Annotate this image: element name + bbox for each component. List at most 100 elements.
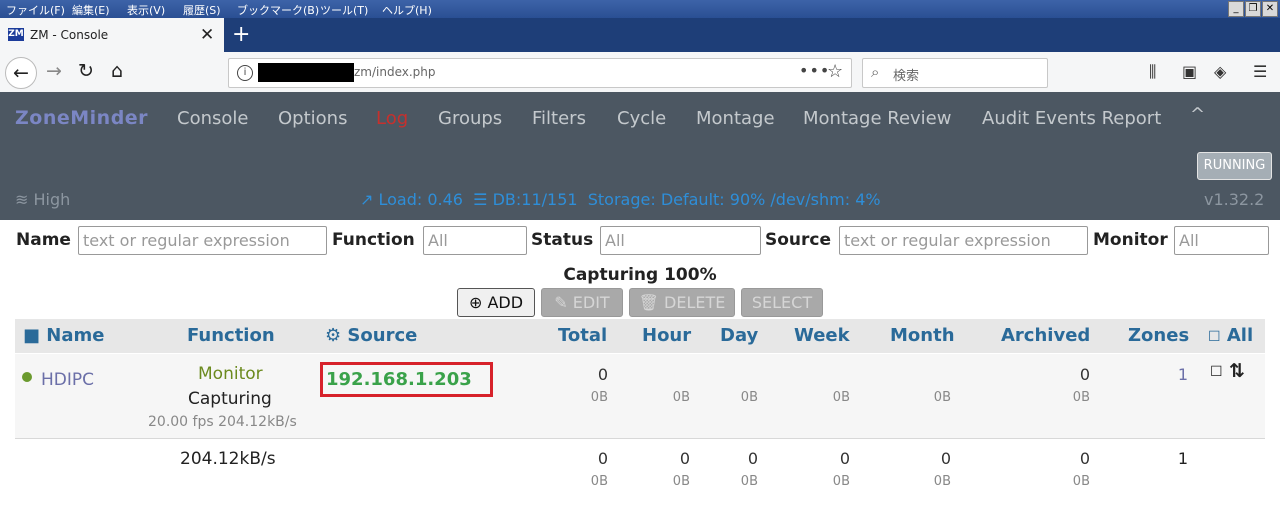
th-day[interactable]: Day [720,325,758,346]
tab-title: ZM - Console [30,28,109,42]
monitor-month-size: 0B [933,390,951,405]
nav-montage-review[interactable]: Montage Review [803,108,951,129]
tab-close-icon[interactable]: ✕ [200,25,214,45]
th-function[interactable]: Function [187,325,275,346]
edit-label: EDIT [572,293,610,312]
th-hour[interactable]: Hour [642,325,691,346]
nav-log[interactable]: Log [376,108,408,129]
menu-file[interactable]: ファイル(F) [6,2,65,18]
address-bar[interactable]: i zm/index.php ••• ☆ [228,58,852,88]
totals-total-size: 0B [590,474,608,489]
site-info-icon[interactable]: i [237,65,253,81]
add-button[interactable]: ⊕ ADD [457,288,535,317]
monitor-name-link[interactable]: HDIPC [41,370,94,390]
select-all-checkbox[interactable]: ☐ [1208,329,1221,345]
url-text: zm/index.php [354,65,436,79]
menu-tools[interactable]: ツール(T) [320,2,368,18]
sort-order-icon[interactable]: ⇅ [1229,360,1245,382]
database-icon: ☰ [473,190,488,209]
th-select-all[interactable]: ☐ All [1208,325,1253,346]
monitor-total[interactable]: 0 [560,365,608,384]
totals-week-size: 0B [832,474,850,489]
select-button[interactable]: SELECT [741,288,823,317]
totals-month-size: 0B [933,474,951,489]
total-bandwidth: 204.12kB/s [180,449,276,469]
forward-icon[interactable]: → [41,60,67,82]
filter-monitor-input[interactable] [1174,226,1269,255]
filter-status-label: Status [531,230,594,250]
nav-console[interactable]: Console [177,108,248,129]
zm-brand[interactable]: ZoneMinder [15,107,148,129]
totals-day[interactable]: 0 [710,449,758,468]
system-stats: ↗ Load: 0.46 ☰ DB:11/151 Storage: Defaul… [360,190,881,209]
th-source[interactable]: ⚙ Source [325,325,417,346]
nav-audit-events-report[interactable]: Audit Events Report [982,108,1161,129]
shield-icon[interactable]: ◈ [1214,62,1226,81]
page-actions-icon[interactable]: ••• [799,61,830,80]
library-icon[interactable]: ⫼ [1149,62,1156,82]
filter-function-input[interactable] [423,226,527,255]
totals-hour-size: 0B [672,474,690,489]
filter-source-input[interactable] [839,226,1088,255]
back-icon[interactable]: ← [5,57,37,89]
nav-options[interactable]: Options [278,108,347,129]
reload-icon[interactable]: ↻ [73,60,99,82]
nav-montage[interactable]: Montage [696,108,775,129]
monitor-table-header: ■ Name Function ⚙ Source Total Hour Day … [15,319,1265,353]
th-source-label: Source [347,325,418,346]
load-value: Load: 0.46 [378,190,463,209]
filter-name-input[interactable] [78,226,327,255]
menu-view[interactable]: 表示(V) [127,2,165,18]
sidebar-icon[interactable]: ▣ [1182,62,1197,81]
edit-icon: ✎ [554,293,568,312]
th-zones[interactable]: Zones [1128,325,1189,346]
version-label[interactable]: v1.32.2 [1204,190,1264,209]
delete-button[interactable]: 🗑 DELETE [629,288,735,317]
db-value: DB:11/151 [492,190,578,209]
nav-filters[interactable]: Filters [532,108,586,129]
add-label: ADD [487,293,524,312]
add-icon: ⊕ [468,293,483,312]
menu-edit[interactable]: 編集(E) [72,2,110,18]
bandwidth-indicator[interactable]: ≋ High [15,190,70,209]
zm-header: ZoneMinder Console Options Log Groups Fi… [0,92,1280,220]
menu-help[interactable]: ヘルプ(H) [382,2,432,18]
menu-history[interactable]: 履歴(S) [183,2,221,18]
monitor-function-link[interactable]: Monitor [198,364,263,384]
monitor-archived[interactable]: 0 [1042,365,1090,384]
nav-cycle[interactable]: Cycle [617,108,666,129]
th-name[interactable]: ■ Name [23,325,104,346]
bookmark-star-icon[interactable]: ☆ [827,61,843,82]
run-state-button[interactable]: RUNNING [1197,152,1272,180]
totals-month[interactable]: 0 [903,449,951,468]
search-box[interactable]: ⌕ 検索 [862,58,1048,88]
totals-hour[interactable]: 0 [642,449,690,468]
gear-icon: ⚙ [325,325,342,346]
nav-groups[interactable]: Groups [438,108,502,129]
browser-tab[interactable]: ZM ZM - Console ✕ [0,18,224,52]
minimize-icon[interactable]: _ [1228,1,1244,17]
new-tab-icon[interactable]: + [232,22,250,47]
home-icon[interactable]: ⌂ [104,60,130,82]
totals-total[interactable]: 0 [560,449,608,468]
monitor-week-size: 0B [832,390,850,405]
totals-week[interactable]: 0 [802,449,850,468]
th-total[interactable]: Total [558,325,607,346]
filter-status-input[interactable] [600,226,761,255]
monitor-zones-link[interactable]: 1 [1150,365,1188,384]
totals-archived[interactable]: 0 [1042,449,1090,468]
monitor-select-checkbox[interactable]: ☐ [1210,364,1223,380]
restore-icon[interactable]: ❐ [1245,1,1261,17]
collapse-caret-icon[interactable]: ^ [1190,104,1205,125]
menu-bookmarks[interactable]: ブックマーク(B) [237,2,319,18]
filter-source-label: Source [765,230,832,250]
th-month[interactable]: Month [890,325,955,346]
close-window-icon[interactable]: ✕ [1262,1,1278,17]
th-archived[interactable]: Archived [1001,325,1090,346]
filter-function-label: Function [332,230,415,250]
hamburger-menu-icon[interactable]: ☰ [1253,62,1267,81]
edit-button[interactable]: ✎ EDIT [541,288,623,317]
search-icon: ⌕ [871,63,880,81]
th-week[interactable]: Week [794,325,850,346]
wifi-icon: ≋ [15,190,29,209]
